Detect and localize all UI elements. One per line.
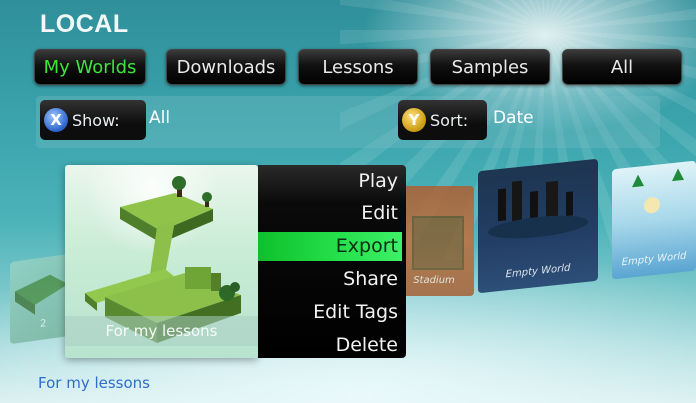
y-button-icon: Y [402, 108, 426, 132]
sort-label: Sort: [430, 110, 469, 130]
tab-label: My Worlds [43, 56, 137, 78]
tab-my-worlds[interactable]: My Worlds [34, 49, 146, 85]
show-value: All [149, 108, 171, 128]
menu-item-edit[interactable]: Edit [258, 199, 398, 227]
world-thumbnail-icon [412, 216, 464, 270]
tab-samples[interactable]: Samples [430, 49, 550, 85]
tile-label: Stadium [413, 275, 455, 286]
tab-downloads[interactable]: Downloads [166, 49, 286, 85]
sort-filter-button[interactable]: Y Sort: [398, 100, 487, 140]
tab-label: Lessons [322, 56, 394, 78]
menu-item-export[interactable]: Export [258, 232, 398, 260]
page-title: LOCAL [40, 10, 129, 38]
world-description: For my lessons [38, 374, 150, 392]
world-tile[interactable]: Stadium [402, 186, 474, 296]
tab-label: Samples [451, 56, 529, 78]
tab-label: Downloads [176, 56, 276, 78]
selected-world-caption: For my lessons [65, 316, 258, 346]
show-label: Show: [72, 110, 120, 130]
world-thumbnail-icon [15, 274, 68, 315]
x-button-icon: X [44, 108, 68, 132]
tab-lessons[interactable]: Lessons [298, 49, 418, 85]
tab-all[interactable]: All [562, 49, 682, 85]
tab-label: All [610, 56, 634, 78]
show-filter-button[interactable]: X Show: [40, 100, 146, 140]
world-tile[interactable]: Empty World [478, 158, 598, 294]
menu-item-edit-tags[interactable]: Edit Tags [258, 298, 398, 326]
world-tile[interactable]: 2 [10, 253, 70, 345]
menu-item-delete[interactable]: Delete [258, 331, 398, 359]
menu-item-play[interactable]: Play [258, 167, 398, 195]
sort-value: Date [493, 108, 534, 128]
world-tile[interactable]: Empty World [612, 160, 696, 280]
menu-item-share[interactable]: Share [258, 265, 398, 293]
